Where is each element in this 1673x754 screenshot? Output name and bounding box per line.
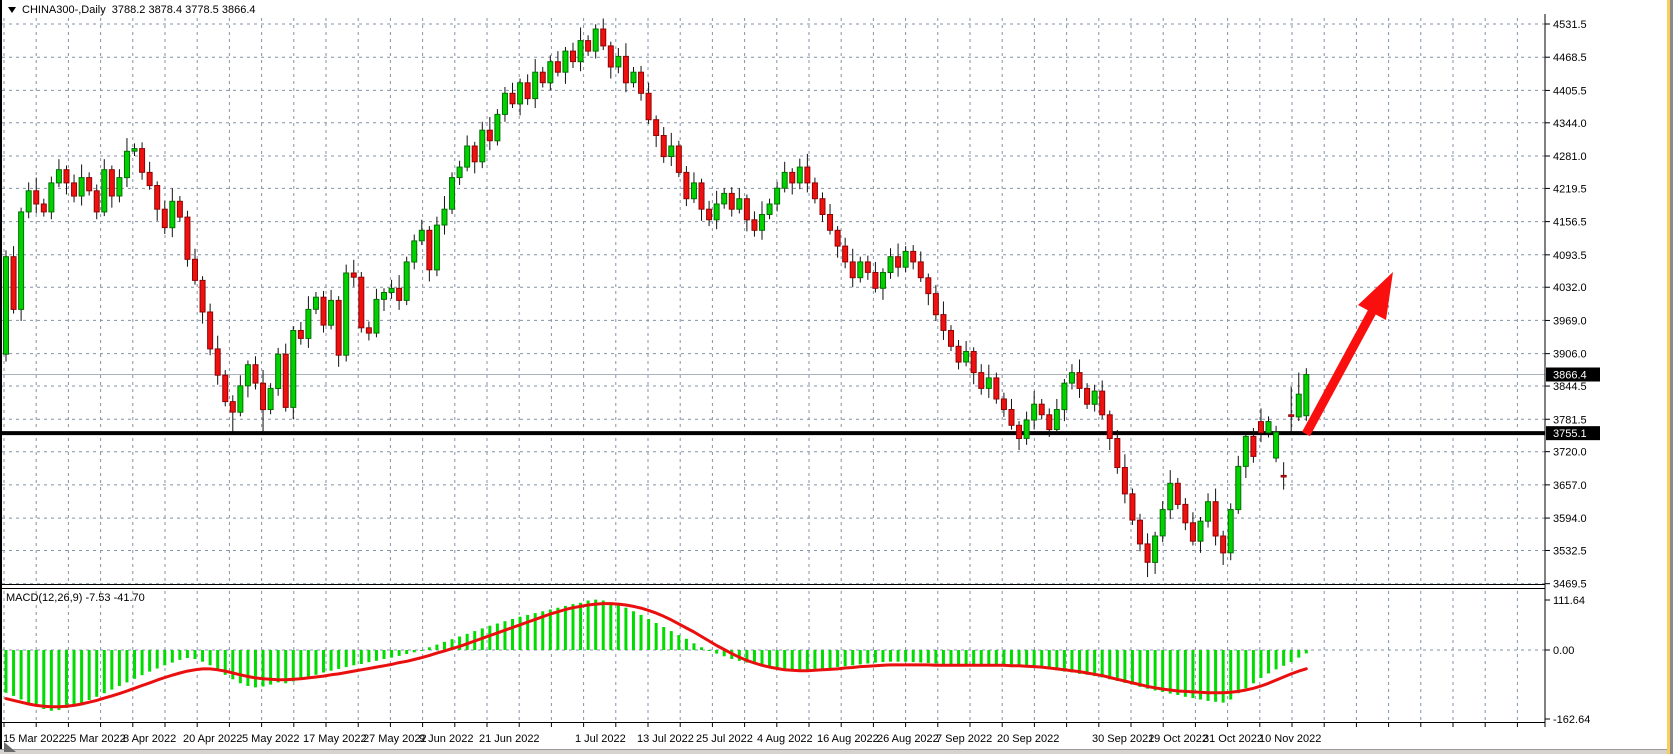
date-label: 5 May 2022 bbox=[242, 733, 299, 745]
svg-text:4093.5: 4093.5 bbox=[1553, 250, 1587, 262]
svg-text:3657.0: 3657.0 bbox=[1553, 480, 1587, 492]
svg-text:4531.5: 4531.5 bbox=[1553, 19, 1587, 31]
svg-text:3469.5: 3469.5 bbox=[1553, 579, 1587, 591]
svg-text:3866.4: 3866.4 bbox=[1553, 370, 1587, 382]
date-label: 25 Mar 2022 bbox=[64, 733, 126, 745]
date-label: 25 Jul 2022 bbox=[696, 733, 753, 745]
svg-text:4281.0: 4281.0 bbox=[1553, 151, 1587, 163]
svg-text:3720.0: 3720.0 bbox=[1553, 447, 1587, 459]
svg-text:3755.1: 3755.1 bbox=[1553, 428, 1587, 440]
date-label: 19 Oct 2022 bbox=[1148, 733, 1208, 745]
date-label: 4 Aug 2022 bbox=[757, 733, 813, 745]
date-label: 8 Apr 2022 bbox=[123, 733, 176, 745]
date-label: 1 Jul 2022 bbox=[575, 733, 626, 745]
date-label: 15 Mar 2022 bbox=[3, 733, 65, 745]
date-label: 7 Sep 2022 bbox=[936, 733, 992, 745]
chart-title: CHINA300-,Daily 3788.2 3878.4 3778.5 386… bbox=[8, 4, 256, 16]
svg-text:4156.5: 4156.5 bbox=[1553, 217, 1587, 229]
svg-text:3969.0: 3969.0 bbox=[1553, 315, 1587, 327]
date-label: 20 Sep 2022 bbox=[997, 733, 1059, 745]
svg-text:3594.0: 3594.0 bbox=[1553, 513, 1587, 525]
svg-text:3844.5: 3844.5 bbox=[1553, 381, 1587, 393]
chart-canvas[interactable]: 4531.5 4468.5 4405.5 4344.0 4281.0 4219.5 4156… bbox=[0, 0, 1673, 754]
svg-text:111.64: 111.64 bbox=[1553, 595, 1585, 607]
svg-text:4405.5: 4405.5 bbox=[1553, 85, 1587, 97]
date-label: 30 Sep 2022 bbox=[1092, 733, 1154, 745]
svg-text:3781.5: 3781.5 bbox=[1553, 414, 1587, 426]
symbol-dropdown-icon[interactable] bbox=[8, 7, 16, 13]
date-label: 10 Nov 2022 bbox=[1259, 733, 1321, 745]
symbol-period-label: CHINA300-,Daily bbox=[22, 4, 106, 16]
svg-text:-162.64: -162.64 bbox=[1553, 714, 1590, 726]
date-label: 21 Jun 2022 bbox=[479, 733, 540, 745]
date-label: 13 Jul 2022 bbox=[637, 733, 694, 745]
svg-text:4468.5: 4468.5 bbox=[1553, 52, 1587, 64]
trading-chart-window: 4531.5 4468.5 4405.5 4344.0 4281.0 4219.5 4156… bbox=[0, 0, 1673, 754]
svg-text:3532.5: 3532.5 bbox=[1553, 545, 1587, 557]
macd-indicator-label: MACD(12,26,9) -7.53 -41.70 bbox=[6, 592, 145, 604]
svg-text:4344.0: 4344.0 bbox=[1553, 118, 1587, 130]
date-label: 26 Aug 2022 bbox=[877, 733, 939, 745]
svg-text:3906.0: 3906.0 bbox=[1553, 349, 1587, 361]
date-label: 16 Aug 2022 bbox=[817, 733, 879, 745]
svg-text:4219.5: 4219.5 bbox=[1553, 183, 1587, 195]
date-label: 20 Apr 2022 bbox=[183, 733, 242, 745]
date-label: 27 May 2022 bbox=[363, 733, 427, 745]
ohlc-values: 3788.2 3878.4 3778.5 3866.4 bbox=[112, 4, 256, 16]
svg-text:4032.0: 4032.0 bbox=[1553, 282, 1587, 294]
date-label: 9 Jun 2022 bbox=[419, 733, 473, 745]
svg-text:0.00: 0.00 bbox=[1553, 645, 1574, 657]
date-label: 17 May 2022 bbox=[303, 733, 367, 745]
date-label: 31 Oct 2022 bbox=[1203, 733, 1263, 745]
